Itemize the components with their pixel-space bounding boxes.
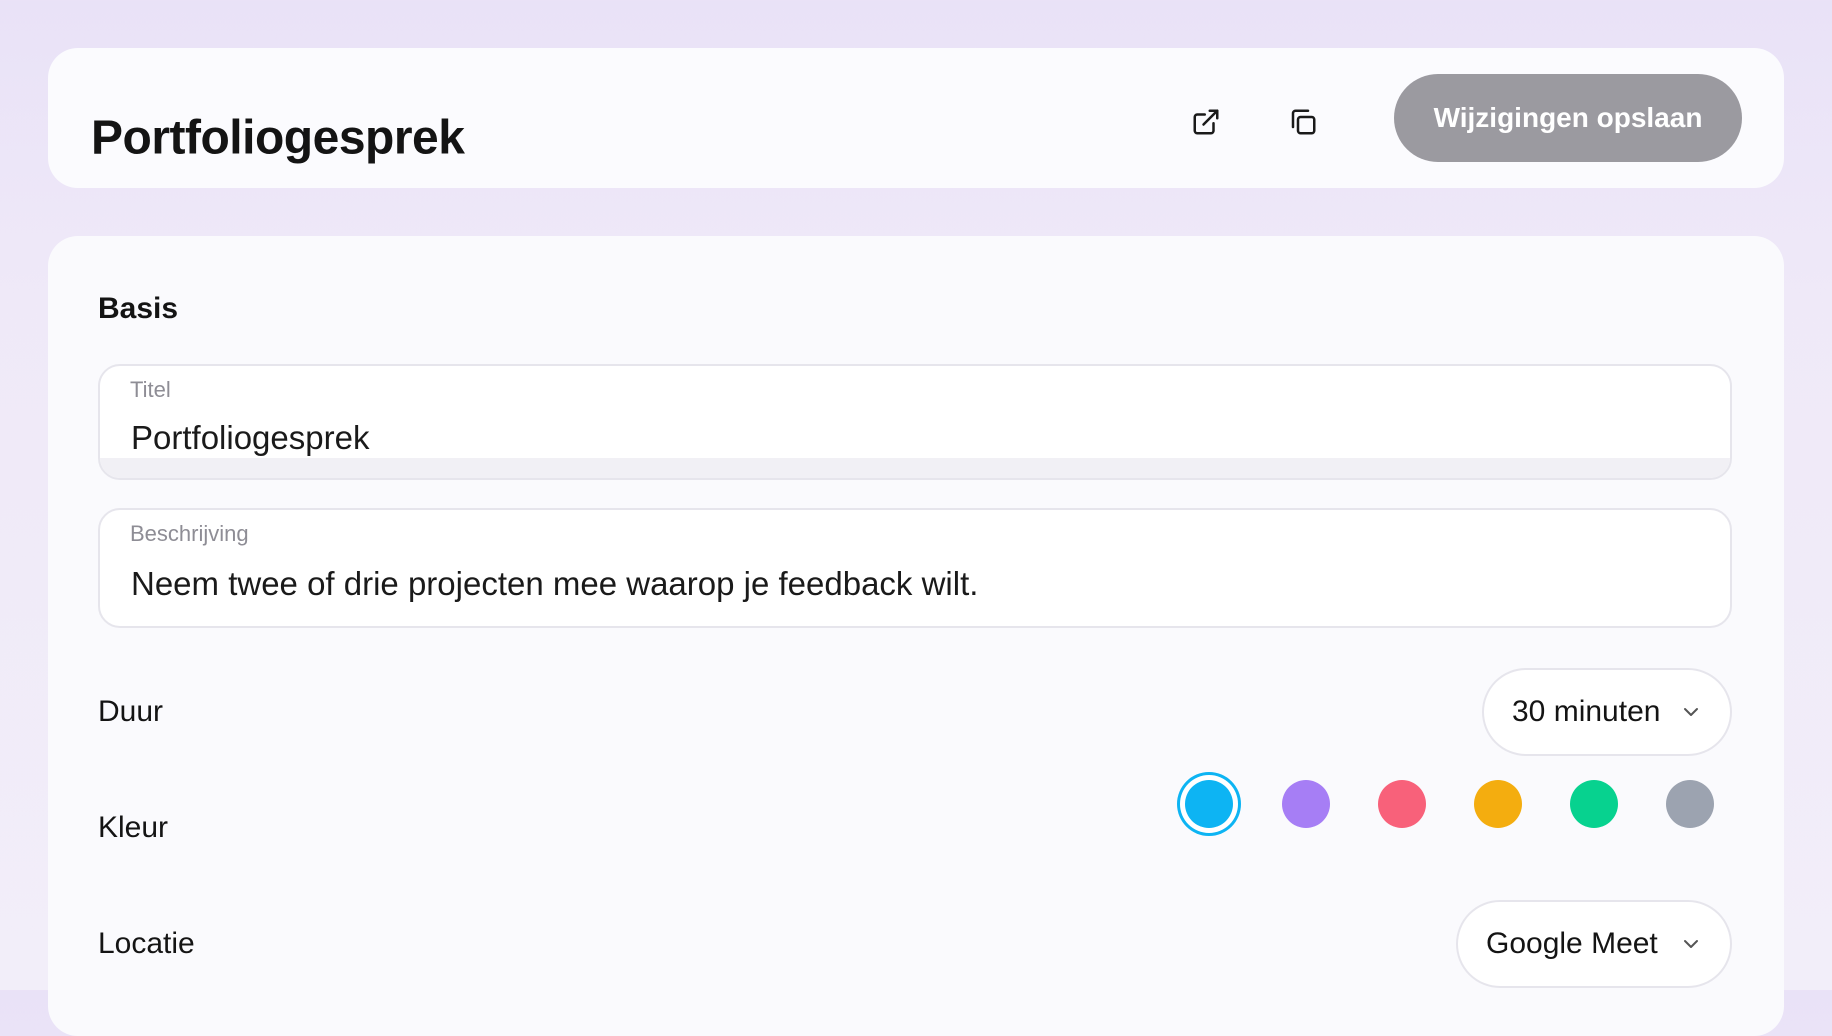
- location-label: Locatie: [98, 927, 195, 960]
- chevron-down-icon: [1684, 940, 1698, 948]
- color-label: Kleur: [98, 811, 169, 844]
- color-swatch-blue[interactable]: [1185, 780, 1233, 828]
- copy-icon: [1291, 109, 1316, 135]
- description-field-label: Beschrijving: [130, 521, 249, 546]
- title-input[interactable]: Portfoliogesprek: [131, 419, 369, 457]
- description-field[interactable]: Beschrijving Neem twee of drie projecten…: [98, 508, 1732, 628]
- color-swatch-gray[interactable]: [1666, 780, 1714, 828]
- duration-label: Duur: [98, 695, 164, 728]
- color-swatch-purple[interactable]: [1282, 780, 1330, 828]
- location-select[interactable]: Google Meet: [1456, 900, 1732, 988]
- description-input[interactable]: Neem twee of drie projecten mee waarop j…: [131, 565, 978, 603]
- open-external-button[interactable]: [1184, 100, 1228, 144]
- color-swatch-pink[interactable]: [1378, 780, 1426, 828]
- save-changes-button[interactable]: Wijzigingen opslaan: [1394, 74, 1742, 162]
- external-link-icon: [1193, 109, 1219, 135]
- basis-card: Basis Titel Portfoliogesprek Beschrijvin…: [48, 236, 1784, 1036]
- section-title: Basis: [98, 292, 179, 325]
- color-swatch-yellow[interactable]: [1474, 780, 1522, 828]
- duration-value: 30 minuten: [1512, 695, 1661, 728]
- location-value: Google Meet: [1486, 927, 1658, 960]
- chevron-down-icon: [1684, 708, 1698, 716]
- title-field[interactable]: Titel Portfoliogesprek: [98, 364, 1732, 480]
- page-title: Portfoliogesprek: [91, 111, 465, 165]
- duration-select[interactable]: 30 minuten: [1482, 668, 1732, 756]
- header-bar: Portfoliogesprek Wijzigingen opslaan: [48, 48, 1784, 188]
- title-field-label: Titel: [130, 377, 171, 402]
- duplicate-button[interactable]: [1281, 100, 1325, 144]
- color-swatch-green[interactable]: [1570, 780, 1618, 828]
- field-divider: [100, 458, 1730, 478]
